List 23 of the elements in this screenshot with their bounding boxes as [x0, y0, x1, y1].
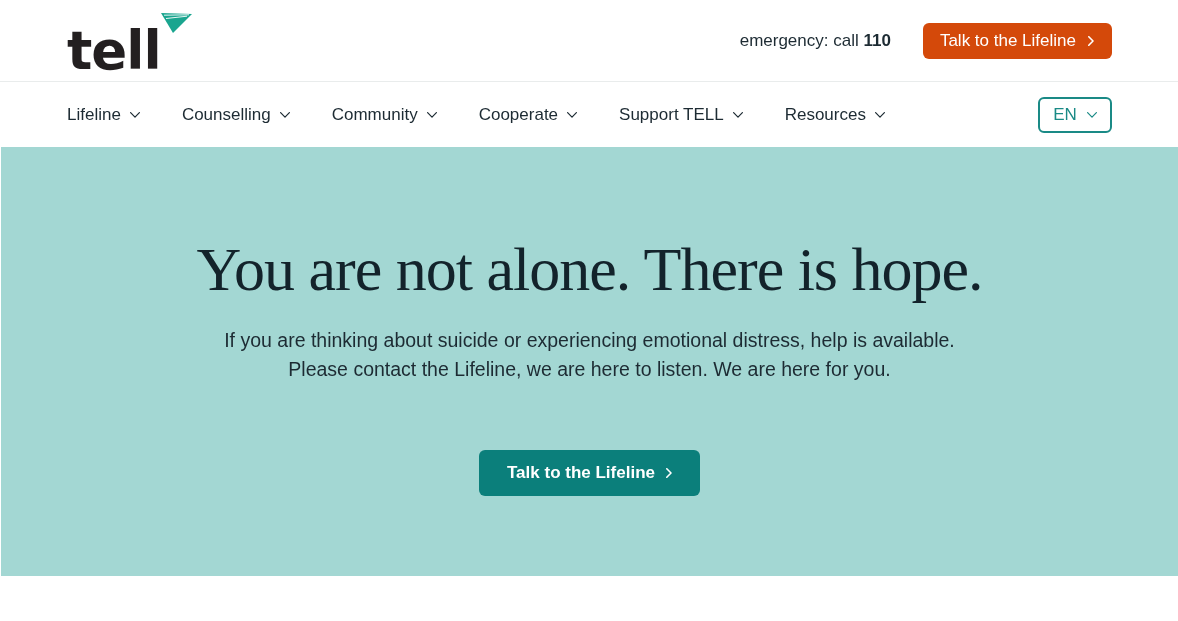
nav-menu-item[interactable]: Cooperate [478, 104, 578, 125]
lifeline-button[interactable]: Talk to the Lifeline [922, 22, 1112, 59]
chevron-down-icon [1086, 111, 1097, 118]
chevron-down-icon [732, 111, 743, 118]
language-dropdown[interactable]: EN [1038, 96, 1112, 133]
logo-link[interactable]: tell [67, 13, 192, 77]
hero-paragraph: If you are thinking about suicide or experiencing emotional distress, help is available. Please contact the Lifeline, we are here to listen. We are here for you. [224, 328, 955, 382]
chevron-down-icon [874, 111, 885, 118]
lifeline-button[interactable]: Talk to the Lifeline [479, 450, 700, 496]
hero-heading: You are not alone. There is hope. [196, 234, 983, 305]
chevron-down-icon [279, 111, 290, 118]
chevron-down-icon [567, 111, 578, 118]
nav-menu-item[interactable]: Community [331, 104, 437, 125]
paper-plane-icon [160, 13, 192, 33]
chevron-down-icon [426, 111, 437, 118]
nav-menu-item[interactable]: Resources [784, 104, 885, 125]
chevron-right-icon [666, 468, 672, 478]
emergency-text: emergency: call 110 [739, 30, 891, 51]
nav-menu-item[interactable]: Counselling [181, 104, 290, 125]
chevron-right-icon [1088, 35, 1094, 46]
nav-menu-item[interactable]: Support TELL [619, 104, 743, 125]
chevron-down-icon [129, 111, 140, 118]
nav-menu-item[interactable]: Lifeline [67, 104, 140, 125]
